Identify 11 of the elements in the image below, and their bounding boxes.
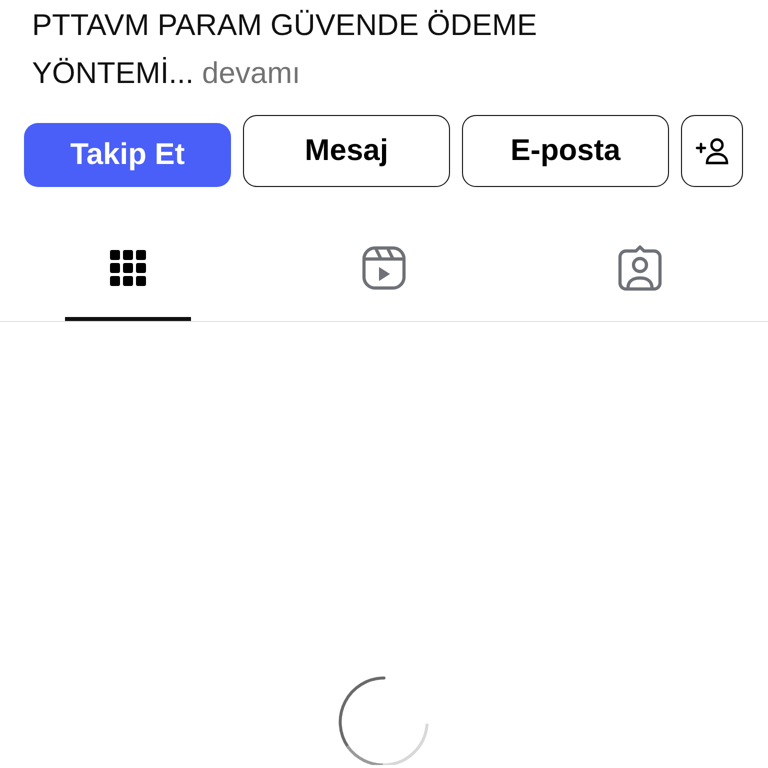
action-button[interactable]: Mesaj: [243, 115, 450, 187]
add-person-button[interactable]: [681, 115, 743, 187]
follow-button[interactable]: Takip Et: [24, 123, 231, 187]
action-button[interactable]: E-posta: [462, 115, 669, 187]
reels-icon: [362, 246, 406, 290]
loading-spinner-icon: [338, 675, 430, 765]
more-link[interactable]: devamı: [202, 57, 300, 90]
grid-icon: [110, 250, 146, 286]
tagged-person-icon: [618, 245, 662, 291]
bio-text: PTTAVM PARAM GÜVENDE ÖDEME YÖNTEMİ... devamı: [32, 8, 538, 92]
add-person-icon: [695, 136, 729, 166]
